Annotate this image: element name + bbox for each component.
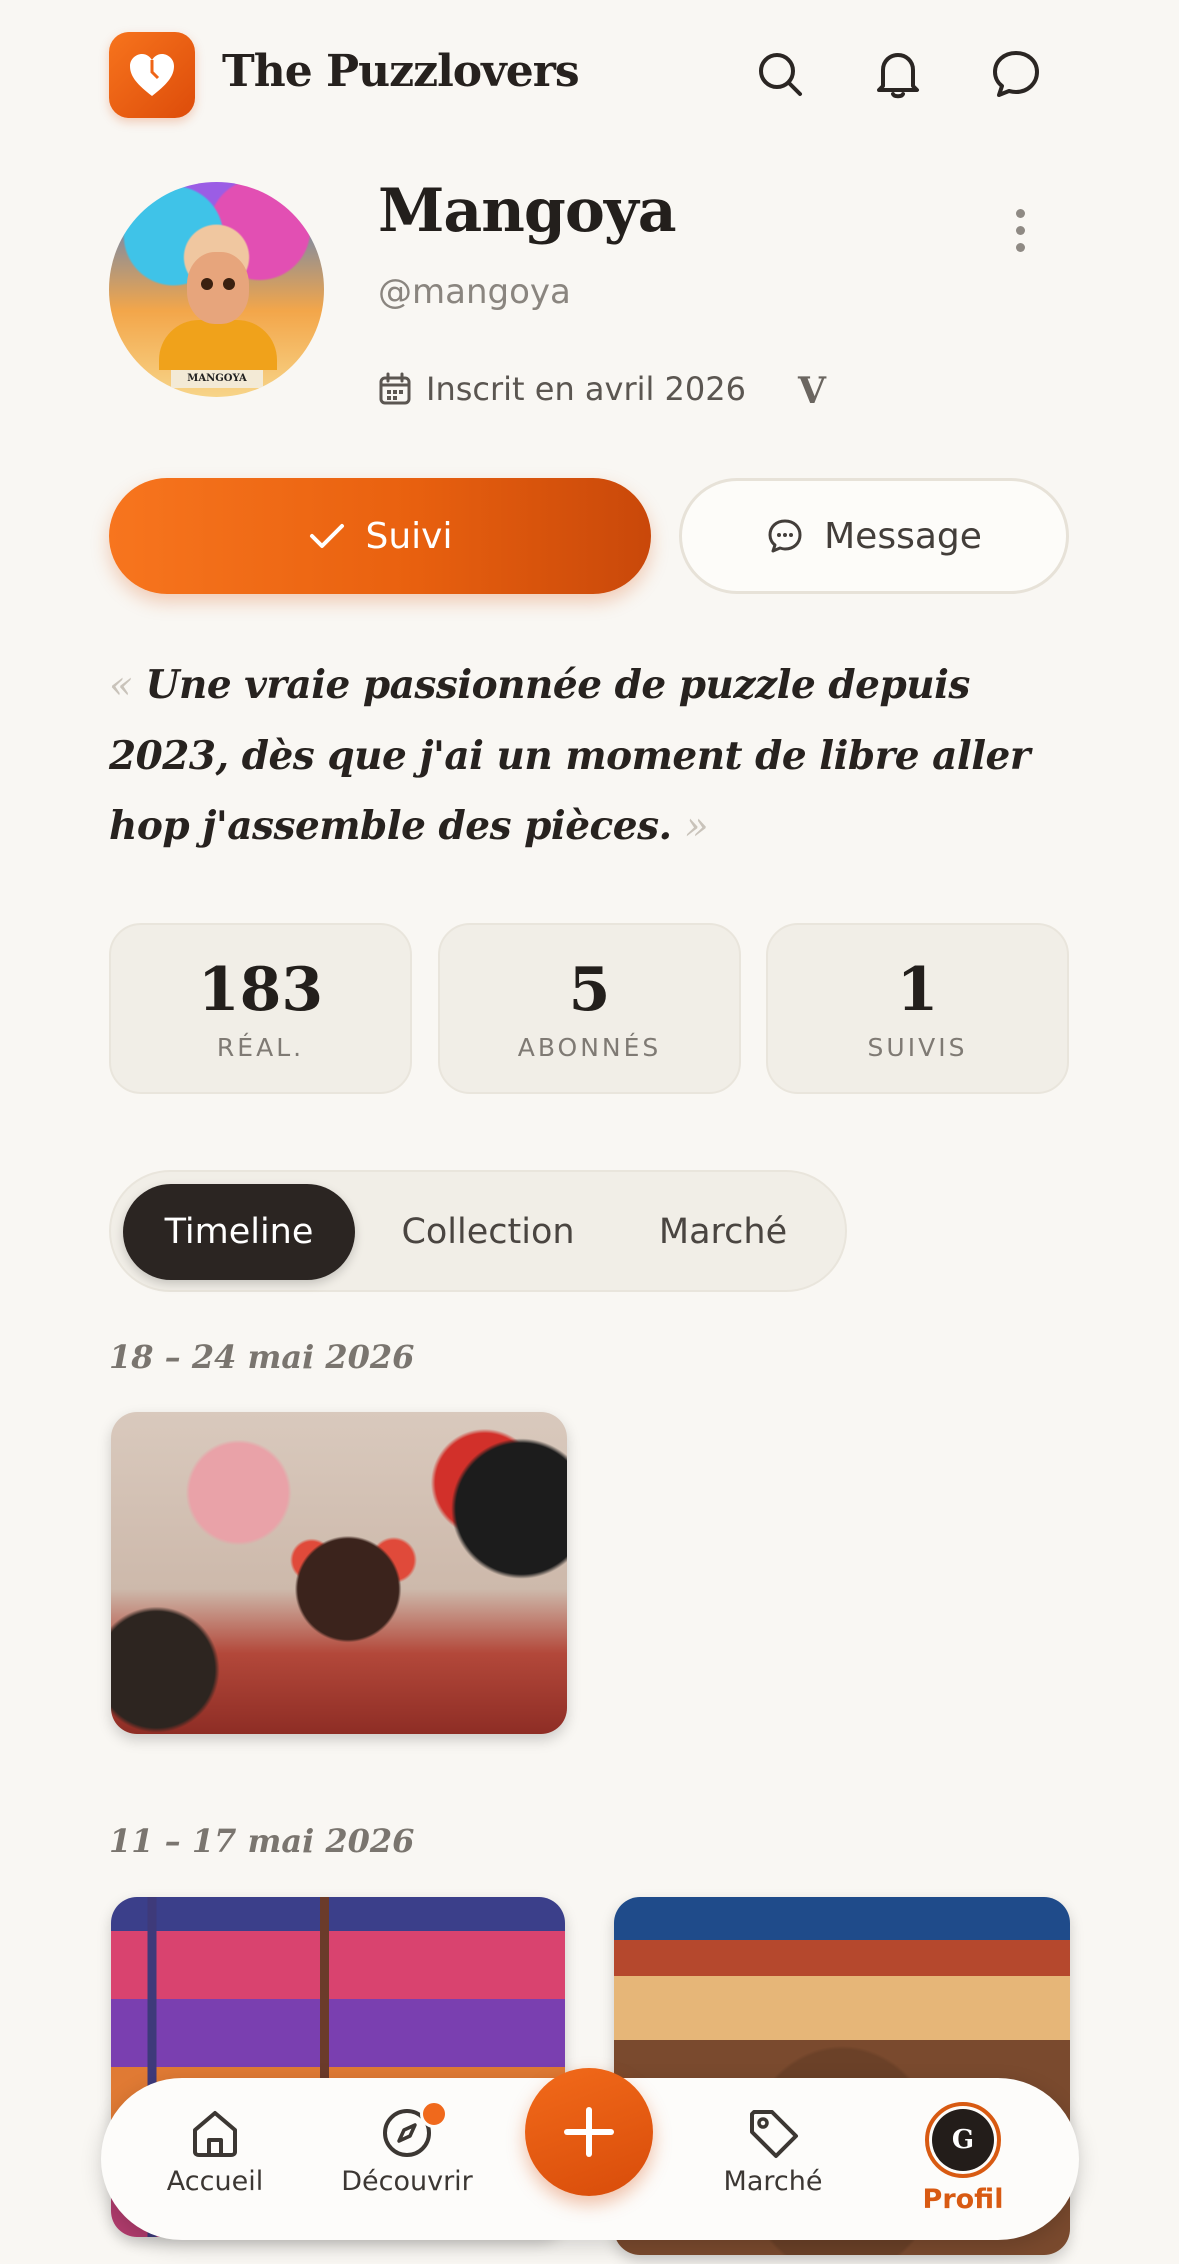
message-bubble-icon bbox=[768, 519, 802, 553]
profile-name: Mangoya bbox=[378, 176, 677, 246]
nav-decouvrir[interactable]: Découvrir bbox=[337, 2106, 477, 2197]
profile-handle: @mangoya bbox=[378, 272, 571, 312]
message-label: Message bbox=[824, 515, 982, 557]
stat-value: 183 bbox=[197, 955, 324, 1025]
app-header: The Puzzlovers bbox=[0, 0, 1179, 150]
avatar-initial: G bbox=[932, 2109, 994, 2171]
tab-timeline[interactable]: Timeline bbox=[123, 1184, 355, 1280]
nav-profil[interactable]: G Profil bbox=[893, 2102, 1033, 2215]
avatar: G bbox=[925, 2102, 1001, 2178]
search-icon[interactable] bbox=[752, 46, 808, 102]
nav-label: Découvrir bbox=[341, 2166, 473, 2197]
heart-puzzle-icon bbox=[130, 54, 174, 96]
add-button[interactable] bbox=[525, 2068, 653, 2196]
avatar-caption: MANGOYA bbox=[171, 370, 263, 388]
tab-marche[interactable]: Marché bbox=[613, 1184, 833, 1280]
timeline-period: 18 – 24 mai 2026 bbox=[109, 1338, 415, 1376]
profile-bio: « Une vraie passionnée de puzzle depuis … bbox=[109, 650, 1079, 862]
puzzle-card[interactable] bbox=[111, 1412, 567, 1734]
bio-text: Une vraie passionnée de puzzle depuis 20… bbox=[109, 662, 1030, 849]
calendar-icon bbox=[379, 372, 411, 405]
stat-label: RÉAL. bbox=[216, 1033, 305, 1062]
tab-collection[interactable]: Collection bbox=[373, 1184, 603, 1280]
bell-icon[interactable] bbox=[870, 46, 926, 102]
check-icon bbox=[309, 524, 344, 548]
stat-value: 5 bbox=[568, 955, 611, 1025]
joined-label: Inscrit en avril 2026 bbox=[426, 370, 746, 408]
message-button[interactable]: Message bbox=[679, 478, 1069, 594]
tag-icon bbox=[750, 2110, 798, 2158]
more-options-icon[interactable] bbox=[1000, 200, 1040, 260]
profile-tabs: Timeline Collection Marché bbox=[109, 1170, 847, 1292]
verified-badge: V bbox=[798, 370, 826, 412]
stat-completed[interactable]: 183 RÉAL. bbox=[109, 923, 412, 1094]
home-icon bbox=[193, 2111, 237, 2157]
stat-followers[interactable]: 5 ABONNÉS bbox=[438, 923, 741, 1094]
stat-label: ABONNÉS bbox=[517, 1033, 662, 1062]
bio-close-quote: » bbox=[684, 804, 709, 849]
follow-label: Suivi bbox=[365, 515, 453, 557]
stat-value: 1 bbox=[896, 955, 939, 1025]
joined-date: Inscrit en avril 2026 bbox=[378, 370, 746, 408]
app-title: The Puzzlovers bbox=[222, 46, 580, 97]
stat-label: SUIVIS bbox=[867, 1033, 968, 1062]
profile-screen: The Puzzlovers MANGOYA Mangoya @mangoya … bbox=[0, 0, 1179, 2264]
app-logo[interactable] bbox=[109, 32, 195, 118]
nav-label: Accueil bbox=[166, 2166, 264, 2197]
plus-icon bbox=[564, 2107, 614, 2157]
nav-marche[interactable]: Marché bbox=[703, 2106, 843, 2197]
nav-label: Profil bbox=[922, 2184, 1004, 2215]
timeline-period: 11 – 17 mai 2026 bbox=[109, 1822, 415, 1860]
chat-icon[interactable] bbox=[988, 46, 1044, 102]
profile-avatar[interactable]: MANGOYA bbox=[109, 182, 324, 397]
nav-accueil[interactable]: Accueil bbox=[145, 2106, 285, 2197]
notification-dot bbox=[420, 2100, 448, 2128]
stat-following[interactable]: 1 SUIVIS bbox=[766, 923, 1069, 1094]
follow-button[interactable]: Suivi bbox=[109, 478, 651, 594]
nav-label: Marché bbox=[723, 2166, 823, 2197]
bio-open-quote: « bbox=[109, 663, 133, 708]
